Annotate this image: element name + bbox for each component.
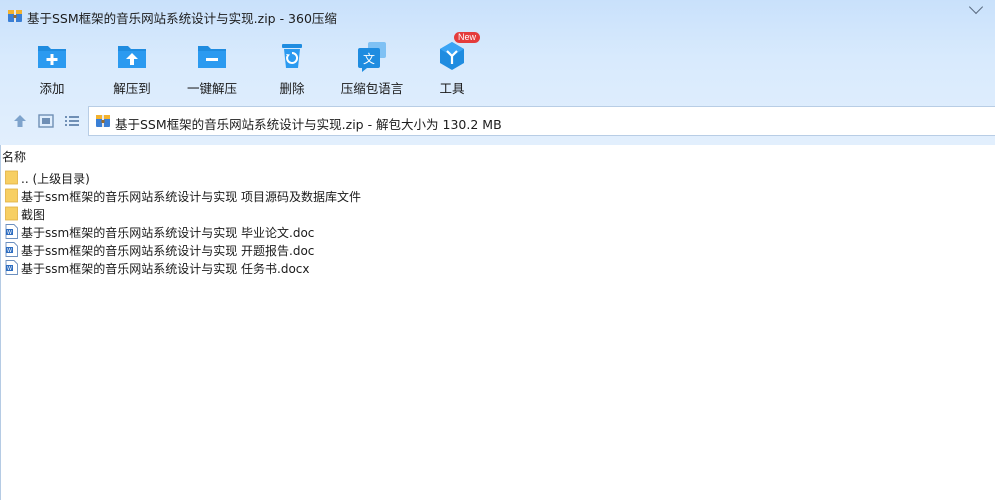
word-document-icon: W [5, 242, 18, 257]
svg-text:W: W [7, 230, 12, 236]
folder-icon [5, 170, 18, 185]
delete-button[interactable]: 删除 [256, 36, 328, 100]
one-click-extract-label: 一键解压 [186, 81, 237, 96]
list-item-label: 基于ssm框架的音乐网站系统设计与实现 项目源码及数据库文件 [21, 190, 362, 204]
recycle-bin-icon [282, 44, 302, 68]
language-icon: 文 [358, 42, 386, 72]
column-header-name[interactable]: 名称 [2, 148, 26, 165]
app-window: 基于SSM框架的音乐网站系统设计与实现.zip - 360压缩 添加 解压到 一… [0, 0, 995, 500]
list-view-icon[interactable] [63, 112, 81, 130]
window-title: 基于SSM框架的音乐网站系统设计与实现.zip - 360压缩 [27, 11, 337, 26]
folder-icon [5, 206, 18, 221]
word-document-icon: W [5, 260, 18, 275]
list-item-label: .. (上级目录) [21, 172, 90, 186]
add-button[interactable]: 添加 [16, 36, 88, 100]
delete-label: 删除 [279, 81, 305, 96]
archive-icon [8, 10, 22, 22]
extract-to-label: 解压到 [113, 81, 151, 96]
folder-icon [5, 188, 18, 203]
extract-to-button[interactable]: 解压到 [96, 36, 168, 100]
address-bar[interactable]: 基于SSM框架的音乐网站系统设计与实现.zip - 解包大小为 130.2 MB [88, 106, 995, 136]
list-item-assignment-docx[interactable]: W 基于ssm框架的音乐网站系统设计与实现 任务书.docx [0, 259, 700, 277]
header-area: 基于SSM框架的音乐网站系统设计与实现.zip - 360压缩 添加 解压到 一… [0, 0, 995, 145]
list-item-label: 基于ssm框架的音乐网站系统设计与实现 任务书.docx [21, 262, 310, 276]
address-text: 基于SSM框架的音乐网站系统设计与实现.zip - 解包大小为 130.2 MB [115, 117, 502, 132]
up-arrow-icon[interactable] [11, 112, 29, 130]
title-bar[interactable]: 基于SSM框架的音乐网站系统设计与实现.zip - 360压缩 [0, 0, 995, 32]
svg-text:W: W [7, 266, 12, 272]
add-folder-icon [38, 46, 66, 68]
archive-language-label: 压缩包语言 [340, 81, 404, 96]
tools-label: 工具 [439, 81, 465, 96]
new-badge: New [454, 32, 481, 43]
list-item-thesis-doc[interactable]: W 基于ssm框架的音乐网站系统设计与实现 毕业论文.doc [0, 223, 700, 241]
svg-text:W: W [7, 248, 12, 254]
one-click-extract-icon [198, 46, 226, 68]
list-item-source-folder[interactable]: 基于ssm框架的音乐网站系统设计与实现 项目源码及数据库文件 [0, 187, 700, 205]
window-menu-chevron-icon[interactable] [968, 0, 984, 15]
main-toolbar: 添加 解压到 一键解压 删除 文 压缩包语言 New 工具 [0, 32, 600, 100]
list-item-label: 截图 [21, 208, 46, 222]
list-item-screenshots-folder[interactable]: 截图 [0, 205, 700, 223]
svg-text:文: 文 [363, 51, 375, 66]
word-document-icon: W [5, 224, 18, 239]
tools-icon [440, 42, 464, 70]
one-click-extract-button[interactable]: 一键解压 [176, 36, 248, 100]
add-label: 添加 [39, 81, 65, 96]
tools-button[interactable]: New 工具 [416, 32, 488, 100]
list-item-label: 基于ssm框架的音乐网站系统设计与实现 开题报告.doc [21, 244, 315, 258]
thumbnail-view-icon[interactable] [37, 112, 55, 130]
list-item-parent-dir[interactable]: .. (上级目录) [0, 169, 700, 187]
list-item-label: 基于ssm框架的音乐网站系统设计与实现 毕业论文.doc [21, 226, 315, 240]
archive-language-button[interactable]: 文 压缩包语言 [336, 36, 408, 100]
navigation-bar: 基于SSM框架的音乐网站系统设计与实现.zip - 解包大小为 130.2 MB [0, 106, 995, 136]
archive-icon [96, 115, 110, 127]
extract-to-icon [118, 46, 146, 68]
file-list: .. (上级目录) 基于ssm框架的音乐网站系统设计与实现 项目源码及数据库文件… [0, 169, 700, 277]
list-item-proposal-doc[interactable]: W 基于ssm框架的音乐网站系统设计与实现 开题报告.doc [0, 241, 700, 259]
